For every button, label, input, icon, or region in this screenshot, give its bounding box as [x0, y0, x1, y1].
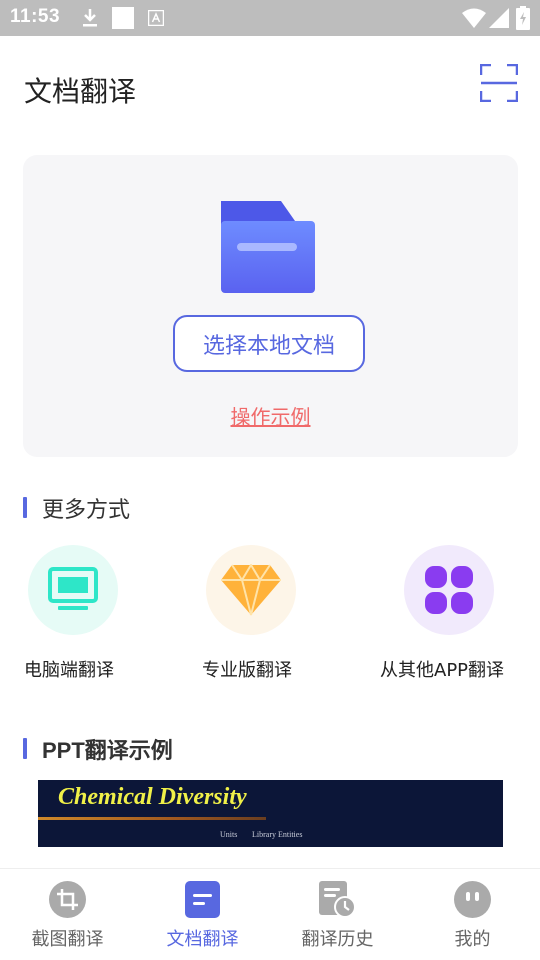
monitor-icon	[48, 567, 98, 610]
more-methods-title: 更多方式	[42, 498, 131, 523]
method-circle	[404, 545, 494, 635]
profile-icon	[454, 881, 491, 918]
ppt-preview-divider	[38, 817, 266, 820]
method-circle	[28, 545, 118, 635]
folder-icon	[221, 201, 315, 293]
square-icon	[112, 7, 134, 29]
nav-label: 截图翻译	[31, 929, 104, 950]
keyboard-a-icon	[148, 10, 164, 26]
method-circle	[206, 545, 296, 635]
scan-button[interactable]	[479, 63, 519, 103]
method-pro-translate[interactable]: 专业版翻译	[202, 545, 382, 685]
document-icon	[185, 881, 220, 918]
ppt-preview-library-entities: Library Entities	[252, 830, 303, 839]
ppt-preview-image[interactable]: Chemical Diversity Units Library Entitie…	[38, 780, 503, 847]
section-accent-bar	[23, 497, 27, 518]
crop-icon	[49, 881, 86, 918]
method-label: 专业版翻译	[202, 660, 292, 681]
method-label: 从其他APP翻译	[380, 660, 505, 681]
method-label: 电脑端翻译	[24, 660, 114, 681]
method-desktop-translate[interactable]: 电脑端翻译	[24, 545, 204, 685]
diamond-icon	[221, 564, 281, 616]
ppt-example-title: PPT翻译示例	[42, 738, 173, 763]
history-icon	[319, 881, 356, 918]
operation-example-link[interactable]: 操作示例	[23, 401, 518, 430]
upload-card: 选择本地文档 操作示例	[23, 155, 518, 457]
clover-icon	[425, 566, 473, 614]
nav-profile[interactable]: 我的	[405, 869, 540, 960]
app-header: 文档翻译	[0, 36, 540, 136]
nav-translation-history[interactable]: 翻译历史	[270, 869, 405, 960]
status-time: 11:53	[10, 6, 61, 27]
nav-document-translate[interactable]: 文档翻译	[135, 869, 270, 960]
scan-icon	[479, 63, 519, 103]
nav-label: 翻译历史	[301, 929, 374, 950]
page-title: 文档翻译	[24, 75, 137, 108]
wifi-icon	[462, 8, 486, 28]
nav-label: 文档翻译	[166, 929, 239, 950]
ppt-preview-heading: Chemical Diversity	[58, 784, 247, 810]
download-icon	[83, 9, 97, 27]
status-bar: 11:53	[0, 0, 540, 36]
select-local-document-button[interactable]: 选择本地文档	[173, 315, 365, 372]
method-other-app-translate[interactable]: 从其他APP翻译	[380, 545, 540, 685]
nav-screenshot-translate[interactable]: 截图翻译	[0, 869, 135, 960]
section-accent-bar	[23, 738, 27, 759]
battery-icon	[516, 6, 530, 30]
bottom-nav: 截图翻译 文档翻译 翻译历史 我的	[0, 869, 540, 960]
signal-icon	[489, 8, 509, 28]
ppt-preview-units: Units	[220, 830, 238, 839]
nav-label: 我的	[454, 929, 491, 950]
